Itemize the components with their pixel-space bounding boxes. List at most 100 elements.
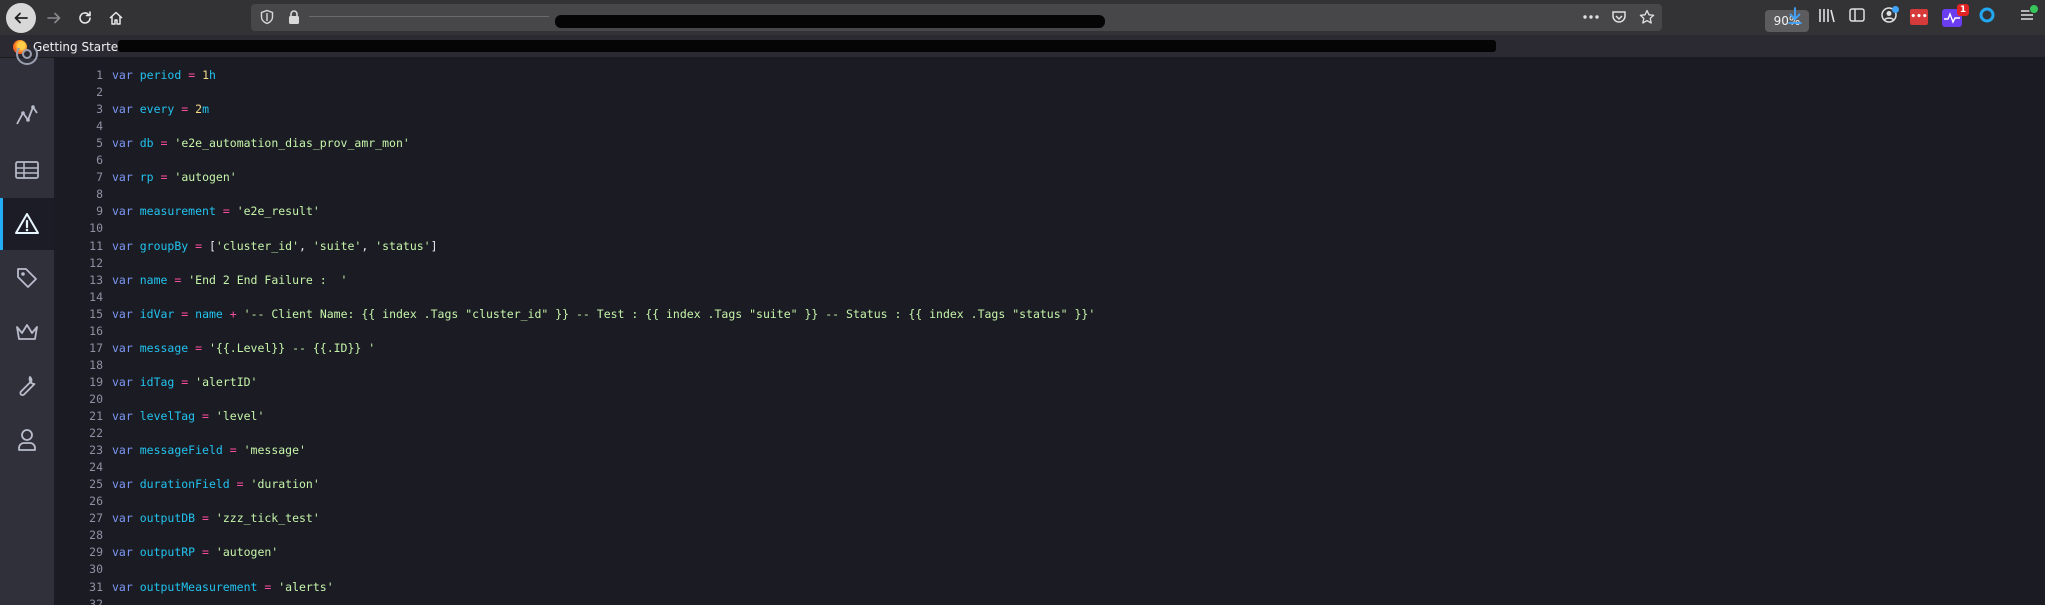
code-line: var message = '{{.Level}} -- {{.ID}} ' [112, 340, 375, 357]
url-redaction [555, 15, 1105, 28]
code-token: 'autogen' [174, 170, 237, 185]
line-number: 8 [96, 187, 103, 202]
code-token: 'cluster_id' [215, 238, 300, 253]
download-icon[interactable] [1786, 6, 1804, 26]
code-token: var [112, 443, 133, 458]
sidebar-item-configuration[interactable] [0, 360, 54, 412]
tickscript-editor[interactable]: 1 2 3 4 5 6 7 8 9 10 11 12 13 14 15 16 17 18 19 20 21 22 23 24 2… [54, 58, 2045, 605]
code-token: 'autogen' [215, 545, 279, 560]
code-token: 'alertID' [195, 374, 258, 389]
sidebar-item-alerting[interactable] [0, 198, 54, 250]
forward-button[interactable] [40, 4, 68, 32]
pocket-icon[interactable] [1611, 9, 1627, 25]
line-number: 28 [89, 528, 103, 543]
alert-icon [15, 213, 39, 234]
extension-red-icon[interactable]: ••• [1910, 9, 1928, 25]
code-token: var [112, 477, 133, 492]
line-number: 13 [89, 272, 103, 287]
line-number: 26 [89, 494, 103, 509]
wrench-icon [19, 376, 36, 396]
line-number: 7 [96, 170, 103, 185]
library-icon[interactable] [1818, 6, 1836, 24]
home-button[interactable] [102, 4, 130, 32]
code-token: 'message' [243, 443, 306, 458]
sidebar-item-tickscripts[interactable] [0, 252, 54, 304]
reload-button[interactable] [71, 4, 99, 32]
star-icon[interactable] [1639, 9, 1655, 25]
shield-icon[interactable] [259, 9, 275, 25]
code-token: 'e2e_automation_dias_prov_amr_mon' [174, 136, 410, 151]
sidebar-item-dashboards[interactable] [0, 144, 54, 196]
back-button[interactable] [6, 3, 36, 33]
code-token: var [112, 340, 133, 355]
code-token: var [112, 272, 133, 287]
code-token: var [112, 306, 133, 321]
sidebar-item-user[interactable] [0, 414, 54, 466]
line-number: 3 [96, 102, 103, 117]
crown-icon [16, 324, 38, 340]
line-number: 23 [89, 443, 103, 458]
code-line: var outputDB = 'zzz_tick_test' [112, 510, 320, 527]
line-number: 25 [89, 477, 103, 492]
code-token: = [236, 477, 244, 492]
code-line: var name = 'End 2 End Failure : ' [112, 272, 347, 289]
arrow-left-icon [14, 12, 28, 24]
line-number: 9 [96, 204, 103, 219]
bookmark-label: Getting Started [33, 40, 126, 54]
line-number: 10 [89, 221, 103, 236]
code-token: + [229, 306, 237, 321]
code-line: var idTag = 'alertID' [112, 374, 257, 391]
code-token: var [112, 170, 133, 185]
code-line: var outputMeasurement = 'alerts' [112, 579, 334, 596]
line-number: 29 [89, 545, 103, 560]
code-token: message [139, 340, 189, 355]
line-number: 24 [89, 460, 103, 475]
reload-icon [79, 11, 91, 24]
code-token: = [202, 545, 209, 560]
code-line: var every = 2m [112, 101, 209, 118]
code-token: var [112, 238, 133, 253]
lock-icon[interactable] [287, 9, 301, 25]
code-token: rp [139, 170, 154, 185]
code-token: idTag [139, 374, 175, 389]
line-number: 15 [89, 306, 103, 321]
sidebar-item-admin[interactable] [0, 306, 54, 358]
more-actions-icon[interactable] [1582, 11, 1600, 23]
line-number: 32 [89, 596, 103, 605]
sidebar-item-explore[interactable] [0, 90, 54, 142]
code-token: outputMeasurement [139, 579, 258, 594]
code-token: outputRP [139, 545, 196, 560]
bookmarks-redaction [118, 40, 1496, 52]
code-line: var messageField = 'message' [112, 442, 306, 459]
line-number: 12 [89, 255, 103, 270]
url-bar[interactable]: 90% [251, 4, 1809, 32]
code-token: name [195, 306, 223, 321]
code-token: outputDB [139, 511, 196, 526]
code-token: messageField [139, 443, 223, 458]
extension-ring-icon[interactable] [1978, 6, 1996, 24]
code-token: '{{.Level}} -- {{.ID}} ' [209, 340, 376, 355]
logo-icon[interactable] [14, 48, 40, 68]
line-number: 11 [89, 238, 103, 253]
code-token: period [139, 68, 182, 82]
sidebar-toggle-icon[interactable] [1848, 6, 1866, 24]
code-token: var [112, 204, 133, 219]
code-token: name [139, 272, 168, 287]
